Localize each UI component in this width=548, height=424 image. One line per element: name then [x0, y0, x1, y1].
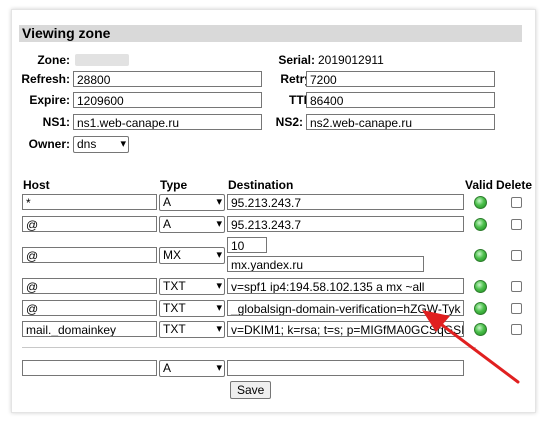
new-host-input[interactable]: [22, 360, 157, 376]
chevron-down-icon: ▾: [216, 280, 222, 292]
column-type: Type: [160, 178, 188, 192]
serial-label: Serial:: [278, 53, 315, 67]
record-type-select[interactable]: A ▾: [159, 194, 225, 211]
chevron-down-icon: ▾: [216, 249, 222, 261]
zone-panel: Viewing zone Zone: Serial: 2019012911 Re…: [11, 9, 536, 413]
record-type-select[interactable]: MX ▾: [159, 247, 225, 264]
new-type-select[interactable]: A ▾: [159, 360, 225, 377]
chevron-down-icon: ▾: [216, 302, 222, 314]
column-destination: Destination: [228, 178, 294, 192]
valid-green-circle-icon: [474, 196, 487, 209]
delete-checkbox[interactable]: [511, 250, 522, 261]
record-host-input[interactable]: @: [22, 278, 157, 294]
record-destination-input[interactable]: mx.yandex.ru: [227, 256, 424, 272]
ns2-input[interactable]: ns2.web-canape.ru: [306, 114, 495, 130]
zone-label: Zone:: [37, 53, 70, 67]
record-type-select[interactable]: TXT ▾: [159, 300, 225, 317]
record-type-value: A: [163, 217, 172, 231]
column-valid: Valid: [465, 178, 494, 192]
record-destination-input[interactable]: 95.213.243.7: [227, 216, 464, 232]
column-host: Host: [23, 178, 50, 192]
record-type-value: TXT: [163, 279, 186, 293]
record-destination-input[interactable]: 95.213.243.7: [227, 194, 464, 210]
record-type-select[interactable]: A ▾: [159, 216, 225, 233]
owner-select-value: dns: [77, 137, 97, 151]
ns1-input[interactable]: ns1.web-canape.ru: [73, 114, 262, 130]
record-type-value: A: [163, 195, 172, 209]
valid-green-circle-icon: [474, 218, 487, 231]
retry-input[interactable]: 7200: [306, 71, 495, 87]
mx-priority-input[interactable]: 10: [227, 237, 267, 253]
save-button[interactable]: Save: [230, 381, 272, 399]
valid-green-circle-icon: [474, 249, 487, 262]
valid-green-circle-icon: [474, 280, 487, 293]
ttl-input[interactable]: 86400: [306, 92, 495, 108]
chevron-down-icon: ▾: [216, 218, 222, 230]
record-host-input[interactable]: mail._domainkey: [22, 321, 157, 337]
record-type-select[interactable]: TXT ▾: [159, 321, 225, 338]
delete-checkbox[interactable]: [511, 197, 522, 208]
record-host-input[interactable]: @: [22, 300, 157, 316]
record-host-input[interactable]: *: [22, 194, 157, 210]
expire-label: Expire:: [29, 93, 70, 107]
record-type-select[interactable]: TXT ▾: [159, 278, 225, 295]
delete-checkbox[interactable]: [511, 281, 522, 292]
refresh-input[interactable]: 28800: [73, 71, 262, 87]
red-arrow-annotation: [422, 310, 520, 384]
expire-input[interactable]: 1209600: [73, 92, 262, 108]
column-delete: Delete: [496, 178, 533, 192]
record-type-value: TXT: [163, 322, 186, 336]
zone-value-redacted: [75, 54, 129, 66]
owner-select[interactable]: dns ▾: [73, 136, 129, 153]
serial-value: 2019012911: [318, 53, 384, 67]
record-destination-input[interactable]: v=spf1 ip4:194.58.102.135 a mx ~all: [227, 278, 464, 294]
ns1-label: NS1:: [42, 115, 70, 129]
ns2-label: NS2:: [275, 115, 303, 129]
owner-label: Owner:: [28, 137, 70, 151]
record-type-value: TXT: [163, 301, 186, 315]
refresh-label: Refresh:: [21, 72, 70, 86]
chevron-down-icon: ▾: [120, 138, 126, 150]
delete-checkbox[interactable]: [511, 219, 522, 230]
record-host-input[interactable]: @: [22, 247, 157, 263]
chevron-down-icon: ▾: [216, 323, 222, 335]
record-host-input[interactable]: @: [22, 216, 157, 232]
chevron-down-icon: ▾: [216, 362, 222, 374]
new-type-value: A: [163, 361, 172, 375]
chevron-down-icon: ▾: [216, 196, 222, 208]
record-type-value: MX: [163, 248, 181, 262]
page-title: Viewing zone: [19, 25, 522, 42]
